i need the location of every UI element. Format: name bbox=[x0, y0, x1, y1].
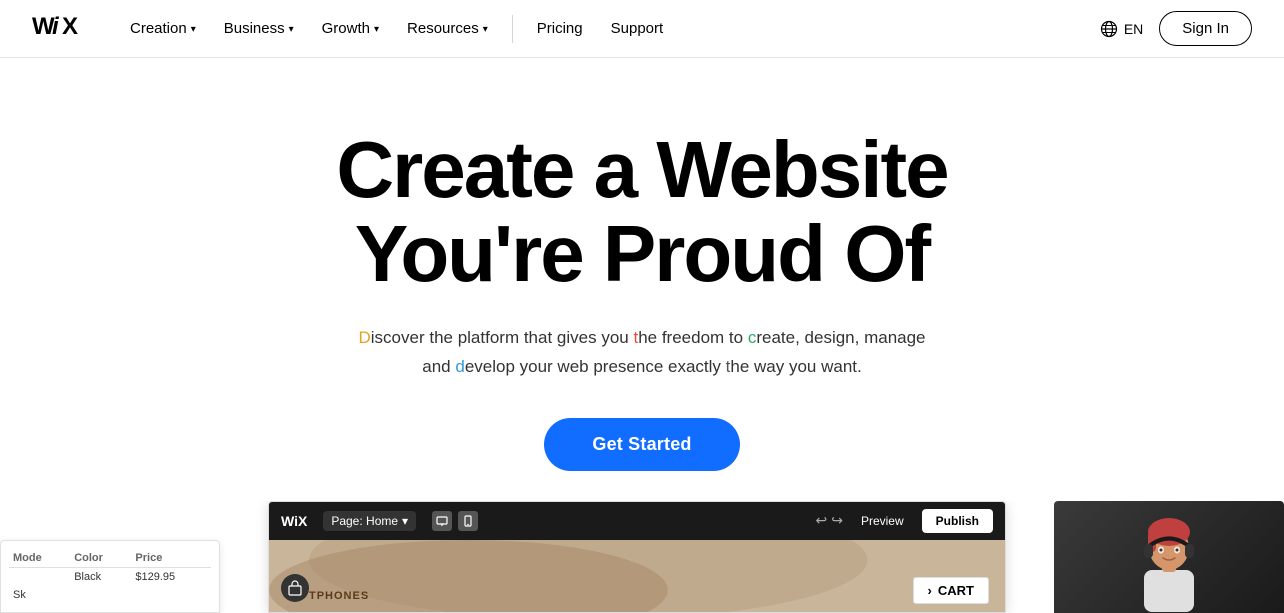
nav-right: EN Sign In bbox=[1100, 11, 1252, 46]
col-color: Color bbox=[70, 549, 131, 568]
sign-in-button[interactable]: Sign In bbox=[1159, 11, 1252, 46]
toolbar-device-icons bbox=[432, 511, 478, 531]
nav-item-business[interactable]: Business ▾ bbox=[212, 12, 306, 45]
nav-item-resources[interactable]: Resources ▾ bbox=[395, 12, 500, 45]
undo-redo-controls: ↩ ↪ bbox=[816, 512, 843, 529]
hero-title: Create a Website You're Proud Of bbox=[336, 128, 947, 296]
editor-wix-logo: WiX bbox=[281, 513, 307, 529]
person-image bbox=[1054, 501, 1284, 613]
nav-growth-label: Growth bbox=[322, 20, 370, 37]
editor-preview: WiX Page: Home ▾ ↩ ↪ Preview Publish bbox=[268, 501, 1006, 613]
nav-creation-label: Creation bbox=[130, 20, 187, 37]
nav-item-support[interactable]: Support bbox=[599, 12, 676, 45]
nav-links: Creation ▾ Business ▾ Growth ▾ Resources… bbox=[118, 12, 1100, 45]
nav-business-label: Business bbox=[224, 20, 285, 37]
chevron-down-icon: ▾ bbox=[402, 514, 408, 528]
preview-table-panel: Mode Color Price Black $129.95 Sk bbox=[0, 540, 220, 613]
svg-text:X: X bbox=[62, 13, 78, 40]
store-icon bbox=[281, 574, 309, 602]
col-price: Price bbox=[131, 549, 211, 568]
cart-button[interactable]: › CART bbox=[913, 577, 989, 604]
chevron-down-icon: ▾ bbox=[289, 24, 294, 35]
publish-button[interactable]: Publish bbox=[922, 509, 993, 533]
language-selector[interactable]: EN bbox=[1100, 20, 1143, 38]
page-dropdown[interactable]: Page: Home ▾ bbox=[323, 511, 416, 531]
navbar: W i X Creation ▾ Business ▾ Growth ▾ Res… bbox=[0, 0, 1284, 58]
undo-button[interactable]: ↩ bbox=[816, 512, 828, 529]
col-mode: Mode bbox=[9, 549, 70, 568]
toolbar-right: ↩ ↪ Preview Publish bbox=[816, 509, 994, 533]
editor-canvas: TPHONES › CART bbox=[269, 540, 1005, 613]
chevron-down-icon: ▾ bbox=[191, 24, 196, 35]
table-row: Black $129.95 bbox=[9, 567, 211, 586]
preview-button[interactable]: Preview bbox=[851, 510, 914, 532]
preview-right-panel bbox=[1054, 501, 1284, 613]
nav-item-pricing[interactable]: Pricing bbox=[525, 12, 595, 45]
lang-label: EN bbox=[1124, 21, 1143, 37]
preview-strip: Mode Color Price Black $129.95 Sk bbox=[0, 501, 1284, 613]
nav-resources-label: Resources bbox=[407, 20, 479, 37]
nav-item-creation[interactable]: Creation ▾ bbox=[118, 12, 208, 45]
chevron-down-icon: ▾ bbox=[374, 24, 379, 35]
table-row: Sk bbox=[9, 586, 211, 604]
hero-section: Create a Website You're Proud Of Discove… bbox=[0, 58, 1284, 501]
chevron-down-icon: ▾ bbox=[483, 24, 488, 35]
nav-item-growth[interactable]: Growth ▾ bbox=[310, 12, 391, 45]
brand-name: TPHONES bbox=[309, 590, 369, 602]
logo[interactable]: W i X bbox=[32, 12, 90, 45]
desktop-icon[interactable] bbox=[432, 511, 452, 531]
hero-subtitle: Discover the platform that gives you the… bbox=[352, 324, 932, 382]
svg-text:i: i bbox=[52, 13, 60, 40]
globe-icon bbox=[1100, 20, 1118, 38]
redo-button[interactable]: ↪ bbox=[831, 512, 843, 529]
cart-arrow-icon: › bbox=[928, 583, 932, 598]
mobile-icon[interactable] bbox=[458, 511, 478, 531]
nav-divider bbox=[512, 15, 513, 43]
editor-toolbar: WiX Page: Home ▾ ↩ ↪ Preview Publish bbox=[269, 502, 1005, 540]
get-started-button[interactable]: Get Started bbox=[544, 418, 739, 471]
